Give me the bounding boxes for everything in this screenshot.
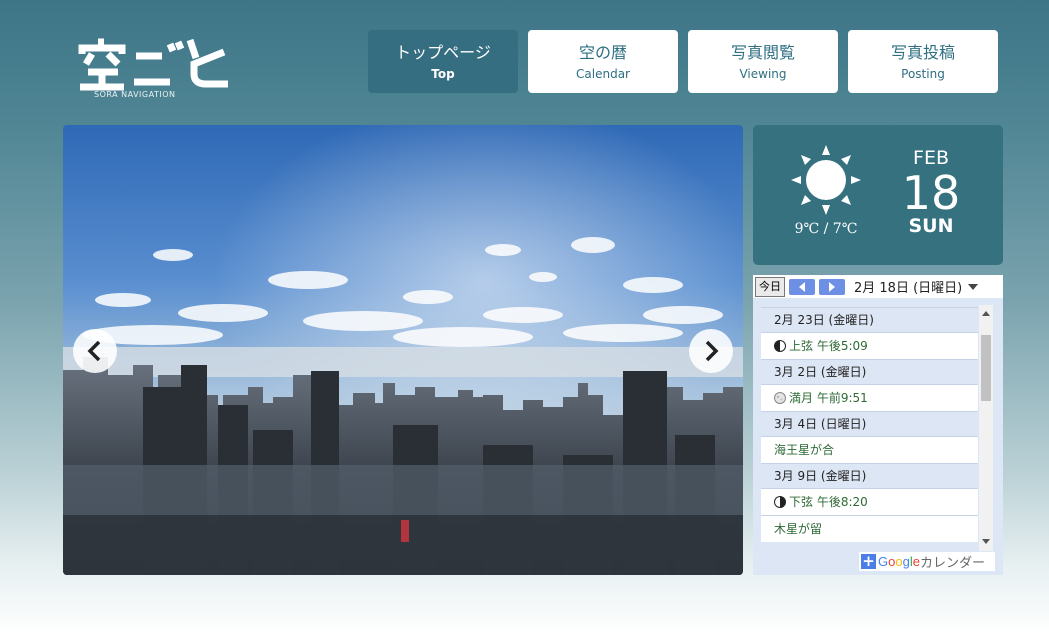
first-quarter-moon-icon: [774, 340, 786, 352]
agenda-event[interactable]: 下弦 午後8:20: [761, 488, 978, 515]
main-nav: トップページ Top 空の暦 Calendar 写真閲覧 Viewing 写真投…: [368, 30, 998, 93]
nav-top-button[interactable]: トップページ Top: [368, 30, 518, 93]
nav-posting-button[interactable]: 写真投稿 Posting: [848, 30, 998, 93]
sun-icon: [791, 145, 861, 215]
agenda-day-header: 3月 9日 (金曜日): [761, 463, 978, 488]
date-day: 18: [901, 166, 961, 220]
calendar-toolbar: 今日 2月 18日 (日曜日): [753, 275, 1003, 298]
triangle-left-icon: [799, 281, 805, 292]
nav-top-label: トップページ: [395, 42, 491, 62]
nav-viewing-label: 写真閲覧: [730, 42, 795, 62]
agenda-event[interactable]: 上弦 午後5:09: [761, 332, 978, 359]
date-weekday: SUN: [908, 215, 954, 237]
agenda-event-title: 上弦 午後5:09: [789, 339, 868, 353]
nav-calendar-sublabel: Calendar: [576, 66, 630, 81]
agenda-event-title: 木星が留: [774, 522, 823, 536]
calendar-current-date[interactable]: 2月 18日 (日曜日): [854, 277, 962, 296]
calendar-link-label: カレンダー: [919, 556, 985, 571]
slider-prev-button[interactable]: [73, 329, 117, 373]
google-calendar-link[interactable]: + Google カレンダー: [859, 552, 995, 571]
chevron-left-icon: [87, 340, 101, 362]
scroll-up-icon[interactable]: [982, 311, 990, 316]
temperature-text: 9℃ / 7℃: [794, 221, 858, 237]
nav-posting-label: 写真投稿: [890, 42, 955, 62]
chevron-right-icon: [705, 340, 719, 362]
scroll-down-icon[interactable]: [982, 539, 990, 544]
hero-slider: [63, 125, 743, 575]
agenda-scrollbar[interactable]: [979, 305, 993, 551]
agenda-list[interactable]: 2月 23日 (金曜日) 上弦 午後5:09 3月 2日 (金曜日) 満月 午前…: [761, 307, 978, 551]
calendar-widget: 今日 2月 18日 (日曜日) 2月 23日 (金曜日) 上弦 午後5:09 3…: [753, 275, 1003, 575]
nav-posting-sublabel: Posting: [901, 66, 945, 81]
weather-widget: 9℃ / 7℃ FEB 18 SUN: [753, 125, 1003, 265]
city-sky-photo: [63, 125, 743, 575]
plus-icon: +: [861, 552, 876, 570]
agenda-day-header: 3月 4日 (日曜日): [761, 411, 978, 436]
calendar-next-button[interactable]: [819, 278, 845, 295]
agenda-day-header: 2月 23日 (金曜日): [761, 307, 978, 332]
nav-top-sublabel: Top: [431, 66, 455, 81]
nav-calendar-label: 空の暦: [578, 42, 627, 62]
agenda-event[interactable]: 満月 午前9:51: [761, 384, 978, 411]
calendar-prev-button[interactable]: [789, 278, 815, 295]
full-moon-icon: [774, 392, 786, 404]
calendar-today-button[interactable]: 今日: [755, 276, 785, 297]
site-logo[interactable]: SORA NAVIGATION: [78, 34, 238, 104]
agenda-event-title: 下弦 午後8:20: [789, 495, 868, 509]
slider-next-button[interactable]: [689, 329, 733, 373]
agenda-event[interactable]: 海王星が合: [761, 436, 978, 463]
scroll-thumb[interactable]: [981, 335, 991, 401]
agenda-event-title: 海王星が合: [774, 443, 835, 457]
caret-down-icon[interactable]: [968, 283, 979, 290]
nav-viewing-sublabel: Viewing: [739, 66, 787, 81]
triangle-right-icon: [829, 281, 835, 292]
agenda-event[interactable]: 木星が留: [761, 515, 978, 542]
google-wordmark: Google: [878, 554, 920, 569]
agenda-day-header: 3月 2日 (金曜日): [761, 359, 978, 384]
last-quarter-moon-icon: [774, 496, 786, 508]
logo-subtitle: SORA NAVIGATION: [94, 90, 176, 99]
nav-calendar-button[interactable]: 空の暦 Calendar: [528, 30, 678, 93]
nav-viewing-button[interactable]: 写真閲覧 Viewing: [688, 30, 838, 93]
logo-wordmark: [78, 38, 228, 91]
agenda-event-title: 満月 午前9:51: [789, 391, 868, 405]
